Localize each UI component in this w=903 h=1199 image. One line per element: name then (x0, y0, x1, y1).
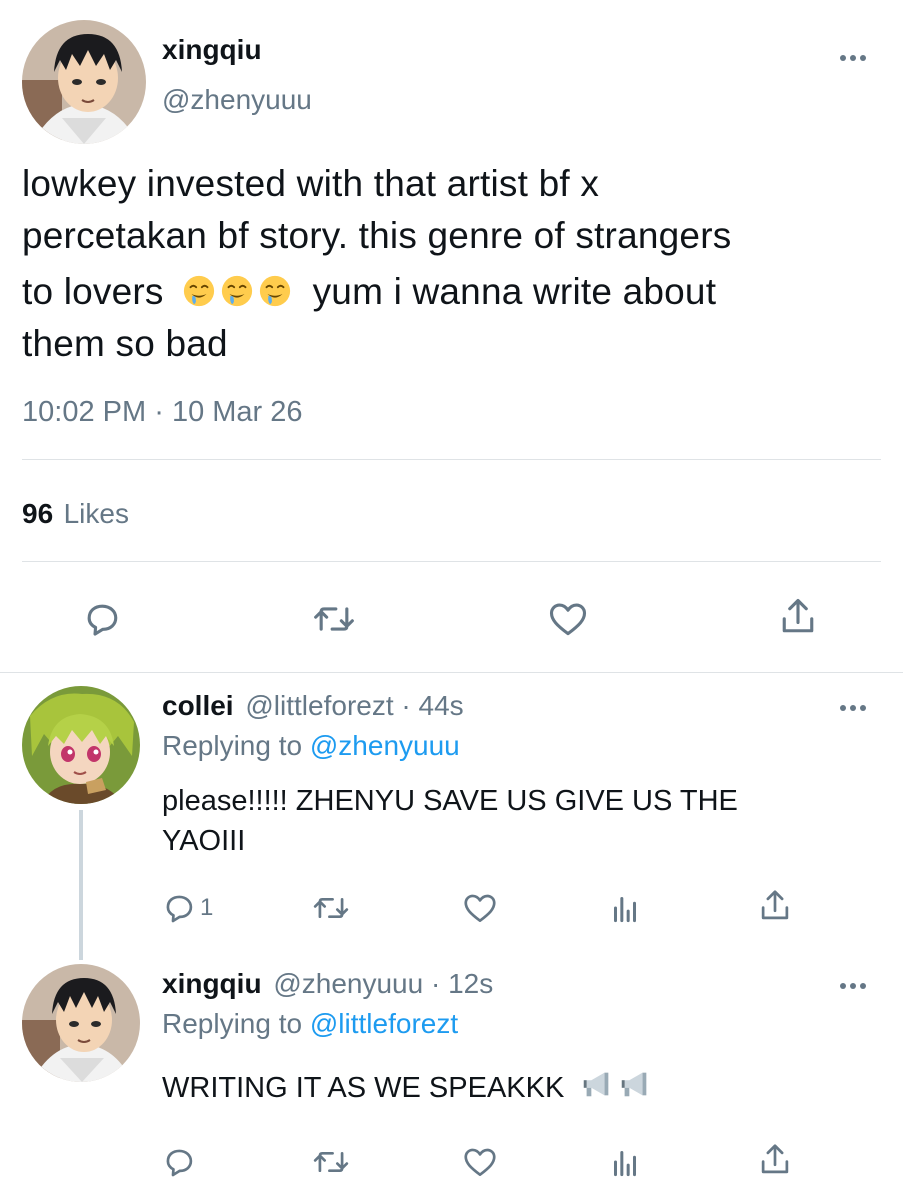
drooling-face-emoji (182, 270, 216, 307)
reply-author-name[interactable]: collei (162, 690, 234, 721)
share-button[interactable] (756, 1141, 794, 1179)
divider (22, 459, 881, 460)
more-options-icon[interactable] (840, 698, 866, 718)
analytics-button[interactable] (606, 1143, 644, 1181)
author-handle[interactable]: @zhenyuuu (162, 84, 312, 116)
share-icon (782, 598, 814, 633)
reply-text-line: WRITING IT AS WE SPEAKKK (162, 1072, 565, 1104)
tweet-text-line: to lovers yum i wanna write about (22, 266, 882, 318)
author-name[interactable]: xingqiu (162, 34, 262, 66)
more-options-icon[interactable] (840, 976, 866, 996)
loudspeaker-emoji (618, 1067, 652, 1101)
reply-icon (87, 604, 118, 636)
reply-button[interactable] (160, 1143, 198, 1181)
divider (22, 561, 881, 562)
retweet-icon (313, 1151, 349, 1173)
analytics-icon (613, 1150, 637, 1177)
loudspeaker-emoji (580, 1067, 614, 1101)
drooling-face-emoji (220, 270, 254, 307)
replying-to-prefix: Replying to (162, 730, 303, 761)
reply-text-line: YAOIII (162, 825, 246, 857)
tweet-text: lowkey invested with that artist bf x pe… (22, 158, 882, 370)
analytics-icon (613, 896, 637, 923)
replying-to: Replying to @littleforezt (162, 1008, 458, 1040)
retweet-button[interactable] (310, 597, 358, 641)
tweet-time: 10:02 PM (22, 396, 147, 428)
share-button[interactable] (756, 887, 794, 925)
like-button[interactable] (545, 597, 591, 641)
replying-to-prefix: Replying to (162, 1008, 303, 1039)
meta-separator: · (154, 396, 164, 428)
reply-text: please!!!!! ZHENYU SAVE US GIVE US THE Y… (162, 781, 862, 861)
reply-button[interactable]: 1 (160, 889, 213, 927)
reply-icon (166, 1149, 193, 1177)
like-icon (464, 1148, 496, 1177)
meta-separator: · (401, 690, 411, 721)
reply-icon (166, 895, 193, 923)
tweet-text-line: percetakan bf story. this genre of stran… (22, 215, 732, 256)
replying-to-handle[interactable]: @littleforezt (310, 1008, 458, 1039)
tweet-text-segment: yum i wanna write about (312, 271, 717, 312)
thread-connector-line (79, 810, 83, 960)
emoji-group (580, 1072, 656, 1104)
reply-header: xingqiu @zhenyuuu · 12s (162, 968, 493, 1000)
replying-to: Replying to @zhenyuuu (162, 730, 460, 762)
retweet-button[interactable] (310, 889, 352, 927)
retweet-icon (314, 607, 354, 631)
reply-button[interactable] (80, 597, 124, 641)
tweet-text-segment: to lovers (22, 271, 164, 312)
reply-avatar[interactable] (22, 964, 140, 1082)
share-button[interactable] (776, 595, 820, 639)
reply-header: collei @littleforezt · 44s (162, 690, 464, 722)
reply-author-handle[interactable]: @zhenyuuu (273, 968, 423, 999)
retweet-icon (313, 897, 349, 919)
likes-stat[interactable]: 96 Likes (22, 498, 129, 530)
replying-to-handle[interactable]: @zhenyuuu (310, 730, 460, 761)
meta-separator: · (430, 968, 441, 999)
likes-label: Likes (63, 498, 129, 529)
reply-text-line: please!!!!! ZHENYU SAVE US GIVE US THE (162, 785, 738, 817)
tweet-timestamp[interactable]: 10:02 PM · 10 Mar 26 (22, 396, 303, 429)
tweet-text-line: lowkey invested with that artist bf x (22, 163, 600, 204)
reply-author-handle[interactable]: @littleforezt (245, 690, 393, 721)
like-button[interactable] (460, 1143, 500, 1181)
thread-divider (0, 672, 903, 673)
tweet-date: 10 Mar 26 (171, 396, 303, 428)
tweet-text-line: them so bad (22, 323, 228, 364)
like-icon (549, 603, 587, 636)
reply-text: WRITING IT AS WE SPEAKKK (162, 1067, 862, 1108)
emoji-group (182, 271, 296, 312)
retweet-button[interactable] (310, 1143, 352, 1181)
share-icon (761, 1144, 789, 1174)
likes-count: 96 (22, 498, 54, 529)
drooling-face-emoji (258, 270, 292, 307)
author-avatar[interactable] (22, 20, 146, 144)
like-icon (464, 894, 496, 923)
reply-count: 1 (200, 894, 214, 921)
reply-author-name[interactable]: xingqiu (162, 968, 262, 999)
analytics-button[interactable] (606, 889, 644, 927)
reply-avatar[interactable] (22, 686, 140, 804)
reply-time[interactable]: 12s (448, 968, 493, 999)
like-button[interactable] (460, 889, 500, 927)
share-icon (761, 890, 789, 920)
more-options-icon[interactable] (840, 48, 866, 68)
reply-time[interactable]: 44s (419, 690, 464, 721)
